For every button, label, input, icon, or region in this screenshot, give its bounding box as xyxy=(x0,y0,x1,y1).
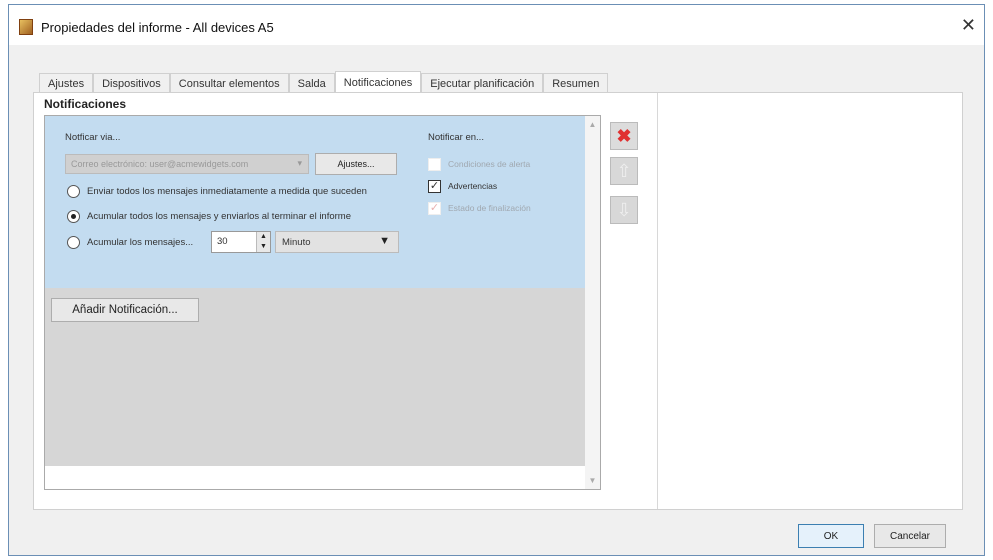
ok-button[interactable]: OK xyxy=(798,524,864,548)
settings-button[interactable]: Ajustes... xyxy=(315,153,397,175)
close-icon[interactable]: ✕ xyxy=(961,15,976,36)
title-bar: Propiedades del informe - All devices A5… xyxy=(9,5,984,45)
move-down-icon[interactable]: ⇩ xyxy=(610,196,638,224)
scroll-up-icon[interactable]: ▲ xyxy=(585,120,600,129)
option-label: Acumular todos los mensajes y enviarlos … xyxy=(87,211,351,222)
tab-resumen[interactable]: Resumen xyxy=(543,73,609,93)
checkbox-warnings[interactable]: ✓ xyxy=(428,180,441,193)
delete-icon[interactable]: ✖ xyxy=(610,122,638,150)
move-up-icon[interactable]: ⇧ xyxy=(610,157,638,185)
interval-unit: Minuto xyxy=(282,237,311,248)
option-label: Acumular los mensajes... xyxy=(87,237,194,248)
tab-ejecutar-planificacion[interactable]: Ejecutar planificación xyxy=(421,73,544,93)
checkbox-label: Condiciones de alerta xyxy=(448,159,531,169)
notify-via-label: Notficar via... xyxy=(65,132,121,143)
checkbox-alert-conditions[interactable] xyxy=(428,158,441,171)
interval-value: 30 xyxy=(217,236,228,247)
scroll-down-icon[interactable]: ▼ xyxy=(585,476,600,485)
list-empty-area: Añadir Notificación... xyxy=(45,288,586,466)
report-icon xyxy=(19,19,33,35)
interval-stepper[interactable]: 30 ▲ ▼ xyxy=(211,231,271,253)
window-title: Propiedades del informe - All devices A5 xyxy=(41,20,274,35)
notify-on-label: Notificar en... xyxy=(428,132,484,143)
panel-divider xyxy=(657,93,658,509)
tab-salida[interactable]: Salda xyxy=(288,73,335,93)
tab-dispositivos[interactable]: Dispositivos xyxy=(93,73,170,93)
vertical-scrollbar[interactable]: ▲ ▼ xyxy=(585,116,600,489)
cancel-button[interactable]: Cancelar xyxy=(874,524,946,548)
spinner-arrows-icon[interactable]: ▲ ▼ xyxy=(256,232,270,252)
option-label: Enviar todos los mensajes inmediatamente… xyxy=(87,186,367,197)
add-notification-button[interactable]: Añadir Notificación... xyxy=(51,298,199,322)
tab-consultar-elementos[interactable]: Consultar elementos xyxy=(169,73,289,93)
notification-list: Notficar via... Correo electrónico: user… xyxy=(44,115,601,490)
notify-via-value: Correo electrónico: user@acmewidgets.com xyxy=(71,159,249,169)
radio-accumulate-interval[interactable] xyxy=(67,236,80,249)
tab-panel: Notificaciones Notficar via... Correo el… xyxy=(33,92,963,510)
radio-accumulate-end[interactable] xyxy=(67,210,80,223)
tab-bar: Ajustes Dispositivos Consultar elementos… xyxy=(39,71,609,93)
tab-notificaciones[interactable]: Notificaciones xyxy=(334,71,422,93)
radio-send-immediately[interactable] xyxy=(67,185,80,198)
notification-item[interactable]: Notficar via... Correo electrónico: user… xyxy=(45,116,586,288)
interval-unit-select[interactable]: Minuto ▼ xyxy=(275,231,399,253)
notify-via-select[interactable]: Correo electrónico: user@acmewidgets.com… xyxy=(65,154,309,174)
dialog-window: Propiedades del informe - All devices A5… xyxy=(8,4,985,556)
tab-ajustes[interactable]: Ajustes xyxy=(39,73,94,93)
checkbox-completion-status[interactable]: ✓ xyxy=(428,202,441,215)
group-label: Notificaciones xyxy=(44,97,127,111)
checkbox-label: Advertencias xyxy=(448,181,498,191)
chevron-down-icon: ▼ xyxy=(379,235,390,247)
checkbox-label: Estado de finalización xyxy=(448,203,531,213)
chevron-down-icon: ▾ xyxy=(297,158,302,168)
